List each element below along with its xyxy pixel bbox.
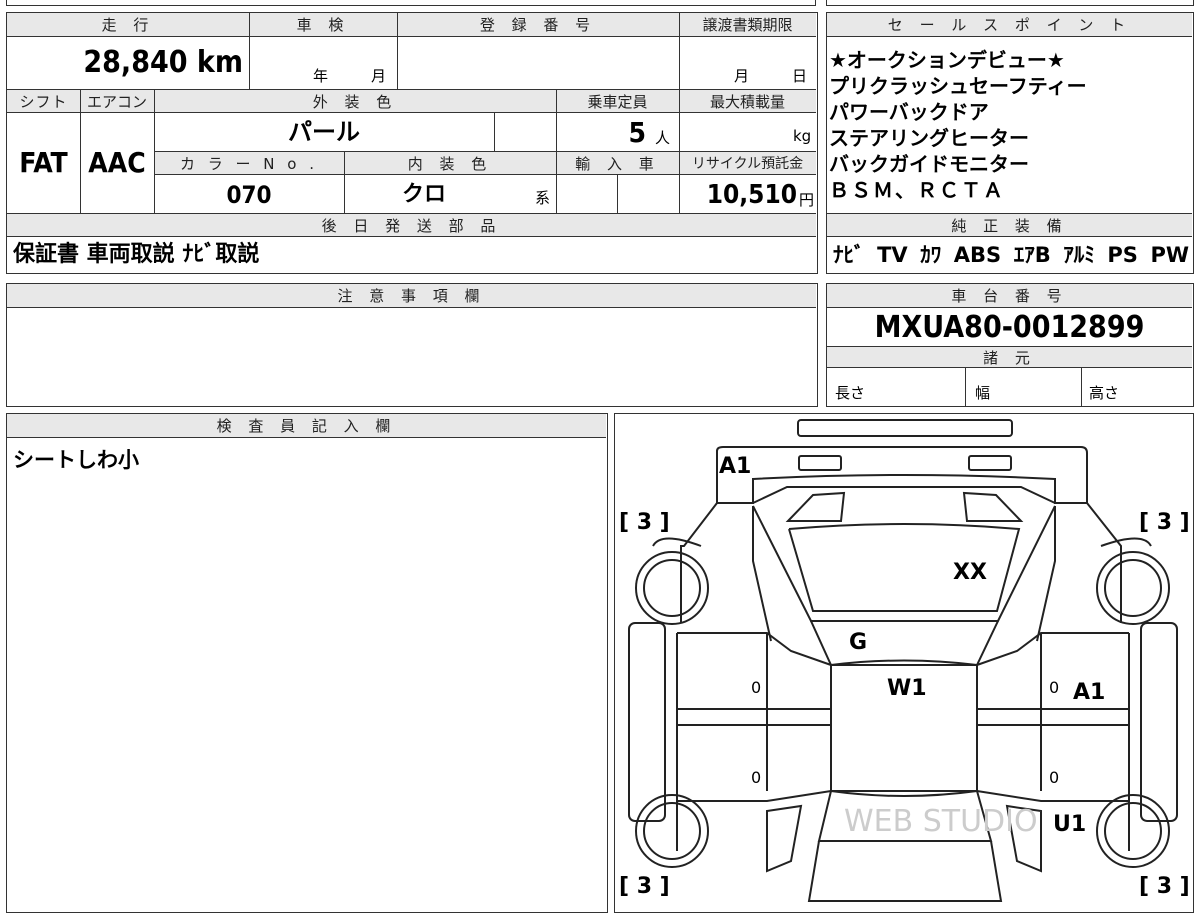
damage-mark-hood: XX: [953, 560, 987, 585]
equipment-item: PW: [1150, 243, 1189, 267]
color-no-value: 070: [226, 181, 272, 209]
door-rl-mark: 0: [751, 768, 762, 787]
recycle-fee-header: リサイクル預託金: [679, 151, 816, 175]
shift-header: シフト: [7, 89, 80, 113]
tire-rl-label: [ 3 ]: [619, 874, 670, 899]
equipment-item: ABS: [953, 243, 1002, 267]
tire-fr-label: [ 3 ]: [1139, 510, 1190, 535]
car-diagram-panel: WEB STUDIO [ 3 ] [ 3 ] [ 3 ] [ 3 ] A1 XX…: [614, 413, 1194, 913]
spec-width-label: 幅: [975, 384, 991, 402]
tire-rr-label: [ 3 ]: [1139, 874, 1190, 899]
door-rr-mark: 0: [1049, 768, 1060, 787]
aircon-value: AAC: [88, 146, 146, 179]
shift-value: FAT: [19, 146, 68, 179]
exterior-color-header: 外 装 色: [154, 89, 556, 113]
spec-height-label: 高さ: [1089, 384, 1120, 402]
chassis-number-value: MXUA80-0012899: [874, 310, 1145, 345]
sales-point-item: ステアリングヒーター: [829, 126, 1029, 150]
specs-header: 諸 元: [827, 346, 1192, 368]
recycle-fee-value: 10,510: [706, 180, 797, 210]
import-car-header: 輸 入 車: [556, 151, 679, 175]
sales-point-item: プリクラッシュセーフティー: [829, 74, 1087, 98]
damage-mark-front-bumper: A1: [719, 454, 752, 479]
registration-header: 登 録 番 号: [397, 13, 679, 37]
interior-color-value: クロ: [401, 182, 446, 207]
deadline-day-label: 日: [792, 67, 808, 85]
watermark-text: WEB STUDIO: [844, 804, 1038, 839]
chassis-number-header: 車 台 番 号: [827, 284, 1192, 308]
car-diagram: WEB STUDIO: [628, 419, 1178, 902]
inspector-comment: シートしわ小: [13, 448, 139, 472]
sales-points-list: ★オークションデビュー★ プリクラッシュセーフティー パワーバックドア ステアリ…: [829, 47, 1189, 203]
aircon-header: エアコン: [80, 89, 154, 113]
max-load-unit: kg: [793, 127, 812, 145]
sales-point-item: バックガイドモニター: [829, 152, 1029, 176]
interior-color-header: 内 装 色: [344, 151, 556, 175]
seating-header: 乗車定員: [556, 89, 679, 113]
tire-fl-label: [ 3 ]: [619, 510, 670, 535]
genuine-equipment-list: ﾅﾋﾞ TV ｶﾜ ABS ｴｱB ｱﾙﾐ PS PW: [833, 237, 1189, 273]
notes-header: 注 意 事 項 欄: [7, 284, 816, 308]
exterior-color-value: パール: [288, 118, 360, 146]
sales-points-panel: セ ー ル ス ポ イ ン ト ★オークションデビュー★ プリクラッシュセーフテ…: [826, 12, 1194, 274]
vehicle-info-table: 走 行 車 検 登 録 番 号 譲渡書類期限 28,840 km 年 月 月 日…: [6, 12, 818, 274]
damage-mark-roof: W1: [887, 676, 927, 701]
equipment-item: ﾅﾋﾞ: [833, 243, 865, 267]
door-fl-mark: 0: [751, 678, 762, 697]
equipment-item: ｱﾙﾐ: [1063, 243, 1095, 267]
later-parts-header: 後 日 発 送 部 品: [7, 213, 816, 237]
inspection-month-label: 月: [371, 67, 387, 85]
max-load-header: 最大積載量: [679, 89, 816, 113]
sales-points-header: セ ー ル ス ポ イ ン ト: [827, 13, 1192, 37]
inspection-year-label: 年: [313, 67, 329, 85]
damage-mark-windshield: G: [849, 630, 868, 655]
equipment-item: ｴｱB: [1013, 243, 1051, 267]
equipment-item: PS: [1107, 243, 1138, 267]
inspection-header: 車 検: [249, 13, 397, 37]
equipment-item: ｶﾜ: [920, 243, 942, 267]
mileage-header: 走 行: [7, 13, 249, 37]
top-strip: [0, 0, 1200, 8]
equipment-item: TV: [877, 243, 908, 267]
seating-unit: 人: [655, 129, 671, 147]
genuine-equipment-header: 純 正 装 備: [827, 213, 1192, 237]
recycle-fee-unit: 円: [799, 191, 815, 209]
spec-length-label: 長さ: [835, 384, 866, 402]
door-fr-mark: 0: [1049, 678, 1060, 697]
chassis-specs-panel: 車 台 番 号 MXUA80-0012899 諸 元 長さ 幅 高さ: [826, 283, 1194, 407]
inspector-panel: 検 査 員 記 入 欄 シートしわ小: [6, 413, 608, 913]
transfer-deadline-header: 譲渡書類期限: [679, 13, 816, 37]
interior-color-suffix: 系: [535, 189, 551, 207]
notes-panel: 注 意 事 項 欄: [6, 283, 818, 407]
color-no-header: カ ラ ー N o .: [154, 151, 344, 175]
sales-point-item: ＢＳＭ、ＲＣＴＡ: [829, 178, 1005, 202]
inspector-header: 検 査 員 記 入 欄: [7, 414, 606, 438]
mileage-value: 28,840 km: [83, 45, 243, 80]
damage-mark-right-door: A1: [1073, 680, 1106, 705]
seating-value: 5: [628, 116, 646, 149]
deadline-month-label: 月: [734, 67, 750, 85]
damage-mark-rear-right: U1: [1053, 812, 1087, 837]
sales-point-item: ★オークションデビュー★: [829, 48, 1065, 72]
sales-point-item: パワーバックドア: [829, 100, 989, 124]
later-parts-value: 保証書 車両取説 ﾅﾋﾞ取説: [13, 242, 260, 267]
